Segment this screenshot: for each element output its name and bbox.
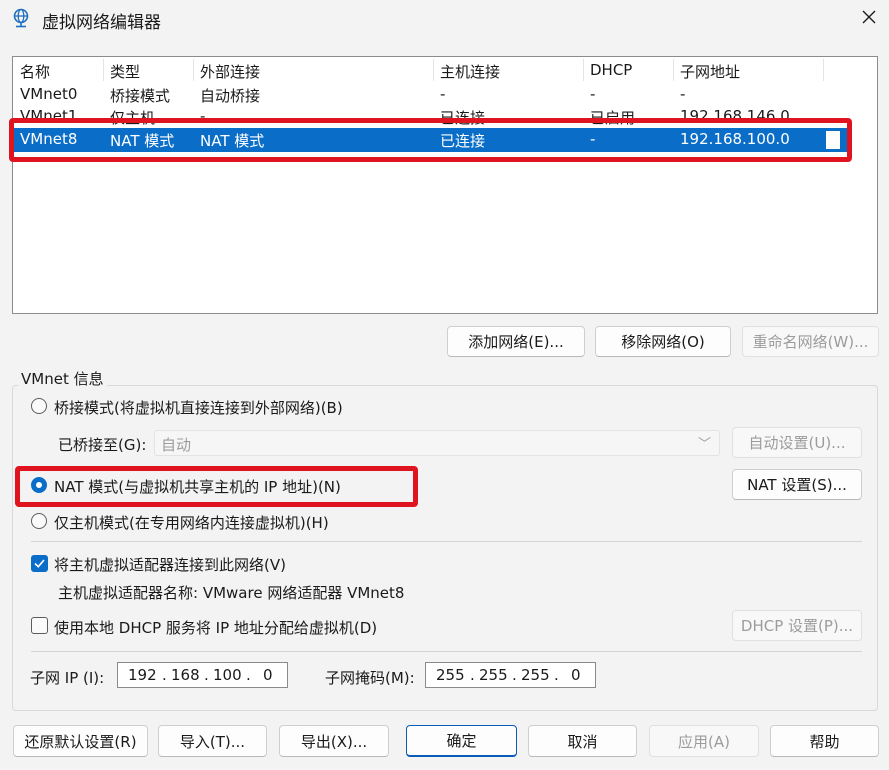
auto-settings-button[interactable]: 自动设置(U)... (732, 427, 862, 458)
network-list[interactable]: 名称 类型 外部连接 主机连接 DHCP 子网地址 VMnet0 桥接模式 自动… (12, 56, 878, 314)
restore-defaults-button[interactable]: 还原默认设置(R) (13, 725, 148, 757)
help-button[interactable]: 帮助 (770, 725, 879, 757)
highlight-box-selected-row (9, 118, 852, 162)
subnet-mask-label: 子网掩码(M): (325, 669, 415, 687)
column-header-name[interactable]: 名称 (20, 61, 50, 82)
subnet-mask-input[interactable]: 255 . 255 . 255 . 0 (425, 662, 596, 688)
subnet-ip-label: 子网 IP (I): (30, 669, 105, 687)
divider (31, 651, 862, 652)
close-icon (862, 10, 876, 24)
connect-adapter-label[interactable]: 将主机虚拟适配器连接到此网络(V) (54, 554, 286, 575)
apply-button[interactable]: 应用(A) (649, 725, 759, 757)
connect-adapter-checkbox[interactable] (31, 555, 48, 572)
window-title: 虚拟网络编辑器 (42, 13, 161, 33)
bridged-to-select[interactable]: 自动 ﹀ (154, 430, 720, 456)
nat-settings-button[interactable]: NAT 设置(S)... (732, 469, 862, 500)
export-button[interactable]: 导出(X)... (279, 725, 389, 757)
use-dhcp-label[interactable]: 使用本地 DHCP 服务将 IP 地址分配给虚拟机(D) (54, 617, 377, 638)
title-bar: 虚拟网络编辑器 (0, 0, 889, 38)
add-network-button[interactable]: 添加网络(E)... (447, 326, 585, 357)
remove-network-button[interactable]: 移除网络(O) (595, 326, 731, 357)
column-header-host[interactable]: 主机连接 (440, 61, 500, 82)
divider (31, 541, 862, 542)
use-dhcp-checkbox[interactable] (31, 617, 48, 634)
column-header-subnet[interactable]: 子网地址 (680, 61, 740, 82)
subnet-ip-input[interactable]: 192 . 168 . 100 . 0 (117, 662, 288, 688)
vmnet-info-label: VMnet 信息 (18, 368, 107, 389)
bridged-mode-label[interactable]: 桥接模式(将虚拟机直接连接到外部网络)(B) (54, 397, 343, 418)
rename-network-button[interactable]: 重命名网络(W)... (742, 326, 879, 357)
column-header-dhcp[interactable]: DHCP (590, 61, 632, 79)
checkmark-icon (34, 559, 45, 568)
highlight-box-nat-mode (15, 466, 418, 507)
host-only-mode-label[interactable]: 仅主机模式(在专用网络内连接虚拟机)(H) (54, 512, 329, 533)
import-button[interactable]: 导入(T)... (158, 725, 267, 757)
column-header-type[interactable]: 类型 (110, 61, 140, 82)
bridged-mode-radio[interactable] (31, 398, 47, 414)
ok-button[interactable]: 确定 (406, 725, 517, 757)
network-globe-icon (13, 8, 29, 28)
close-button[interactable] (849, 0, 889, 34)
bridged-to-label: 已桥接至(G): (58, 436, 147, 454)
dhcp-settings-button[interactable]: DHCP 设置(P)... (732, 610, 862, 641)
host-only-mode-radio[interactable] (31, 513, 47, 529)
cancel-button[interactable]: 取消 (528, 725, 637, 757)
chevron-down-icon: ﹀ (697, 437, 711, 452)
adapter-name-text: 主机虚拟适配器名称: VMware 网络适配器 VMnet8 (58, 584, 405, 602)
column-header-external[interactable]: 外部连接 (200, 61, 260, 82)
